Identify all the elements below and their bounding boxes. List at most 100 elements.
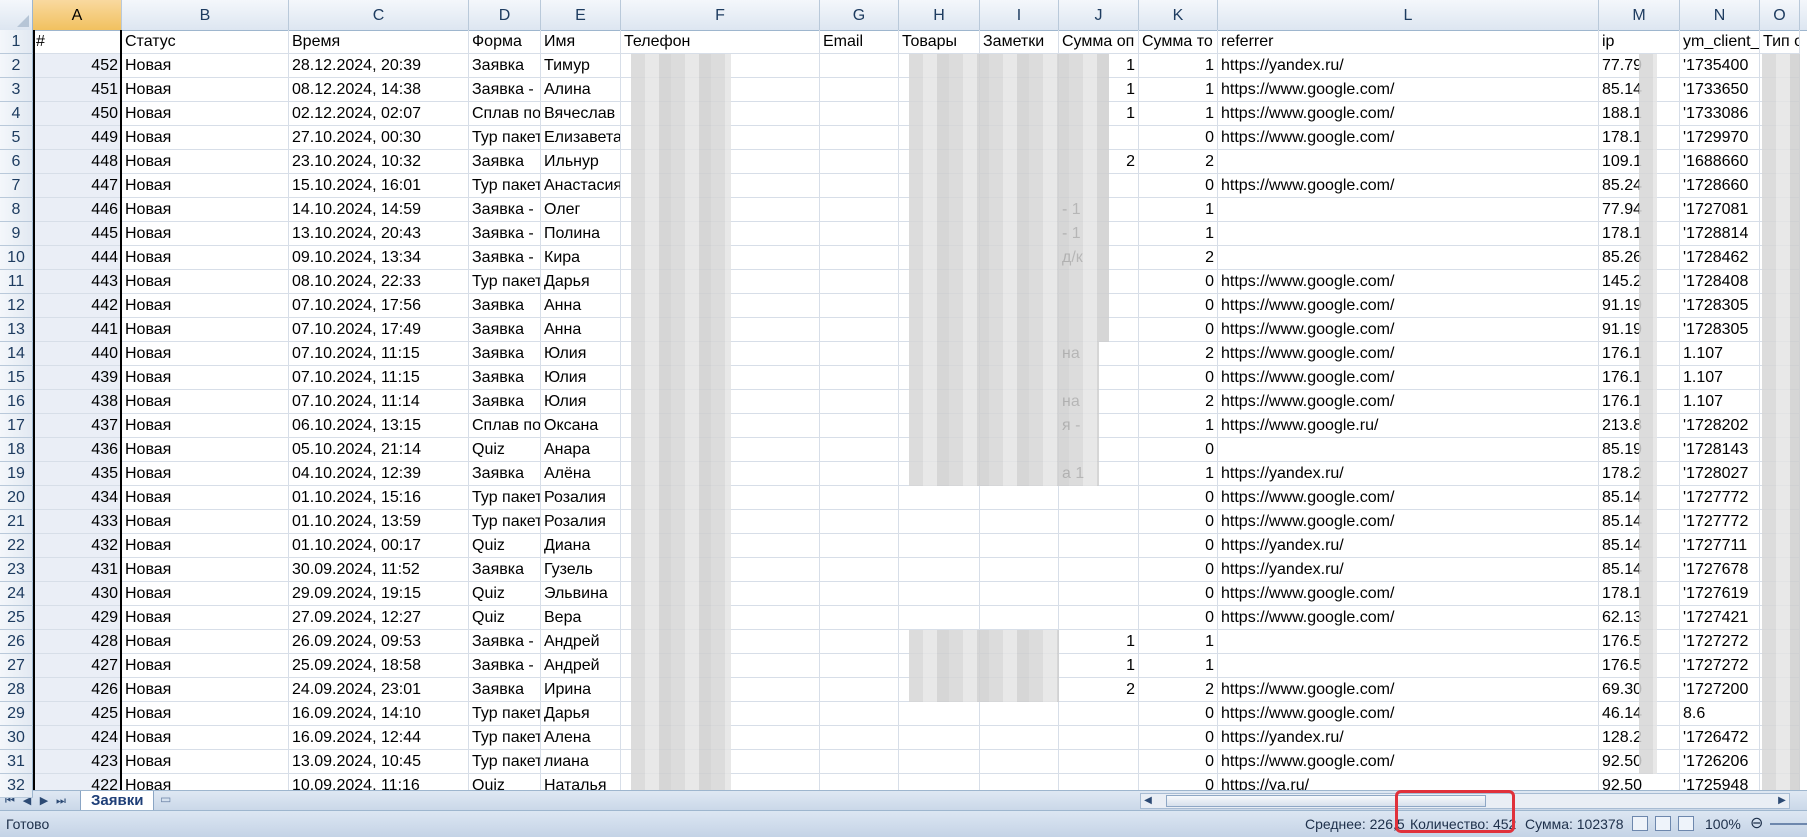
table-cell[interactable]	[1218, 246, 1599, 270]
table-cell[interactable]	[980, 534, 1059, 558]
table-cell[interactable]: Анара	[541, 438, 621, 462]
table-cell[interactable]: 23.10.2024, 10:32	[289, 150, 469, 174]
table-cell[interactable]	[1059, 702, 1139, 726]
table-cell[interactable]: 439	[33, 366, 122, 390]
column-header-d[interactable]: D	[469, 0, 541, 30]
table-cell[interactable]	[820, 174, 899, 198]
table-cell[interactable]: '1728143	[1680, 438, 1760, 462]
table-cell[interactable]: 427	[33, 654, 122, 678]
table-cell[interactable]: 09.10.2024, 13:34	[289, 246, 469, 270]
table-cell[interactable]: 2	[1139, 150, 1218, 174]
table-cell[interactable]: 435	[33, 462, 122, 486]
table-cell[interactable]	[899, 774, 980, 790]
table-cell[interactable]: Сплав по	[469, 414, 541, 438]
table-cell[interactable]: 432	[33, 534, 122, 558]
table-cell[interactable]: 446	[33, 198, 122, 222]
table-cell[interactable]	[1059, 510, 1139, 534]
table-cell[interactable]: 0	[1139, 534, 1218, 558]
table-cell[interactable]: 07.10.2024, 17:56	[289, 294, 469, 318]
table-cell[interactable]: Новая	[122, 606, 289, 630]
table-cell[interactable]	[1059, 726, 1139, 750]
table-cell[interactable]: Дарья	[541, 702, 621, 726]
table-cell[interactable]: 0	[1139, 126, 1218, 150]
table-cell[interactable]	[899, 750, 980, 774]
table-cell[interactable]: '1727711	[1680, 534, 1760, 558]
table-cell[interactable]: Тур пакет	[469, 726, 541, 750]
table-cell[interactable]: 92.50	[1599, 774, 1680, 790]
table-cell[interactable]	[1218, 438, 1599, 462]
table-cell[interactable]: https://yandex.ru/	[1218, 462, 1599, 486]
row-header[interactable]: 24	[0, 582, 33, 606]
table-cell[interactable]: Новая	[122, 654, 289, 678]
table-cell[interactable]: https://www.google.ru/	[1218, 414, 1599, 438]
table-cell[interactable]: '1727678	[1680, 558, 1760, 582]
table-cell[interactable]: 452	[33, 54, 122, 78]
table-cell[interactable]: Новая	[122, 678, 289, 702]
table-cell[interactable]: 0	[1139, 606, 1218, 630]
table-cell[interactable]: '1727772	[1680, 510, 1760, 534]
table-cell[interactable]: Quiz	[469, 582, 541, 606]
insert-sheet-icon[interactable]: ▭	[160, 792, 180, 808]
header-cell[interactable]: Форма	[469, 30, 541, 54]
table-cell[interactable]: 0	[1139, 438, 1218, 462]
table-cell[interactable]	[820, 606, 899, 630]
table-cell[interactable]: 26.09.2024, 09:53	[289, 630, 469, 654]
column-header-f[interactable]: F	[621, 0, 820, 30]
table-cell[interactable]: 05.10.2024, 21:14	[289, 438, 469, 462]
table-cell[interactable]	[899, 486, 980, 510]
header-cell[interactable]: Товары	[899, 30, 980, 54]
table-cell[interactable]: Заявка	[469, 558, 541, 582]
table-cell[interactable]: Тур пакет	[469, 126, 541, 150]
table-cell[interactable]: '1727421	[1680, 606, 1760, 630]
table-cell[interactable]: 1	[1139, 198, 1218, 222]
table-cell[interactable]: Новая	[122, 582, 289, 606]
table-cell[interactable]: 30.09.2024, 11:52	[289, 558, 469, 582]
table-cell[interactable]: 24.09.2024, 23:01	[289, 678, 469, 702]
table-cell[interactable]: Новая	[122, 414, 289, 438]
table-cell[interactable]: Новая	[122, 702, 289, 726]
table-cell[interactable]: https://www.google.com/	[1218, 678, 1599, 702]
row-header[interactable]: 3	[0, 78, 33, 102]
header-cell[interactable]: Сумма оп	[1059, 30, 1139, 54]
table-cell[interactable]: Заявка	[469, 294, 541, 318]
table-cell[interactable]	[899, 702, 980, 726]
row-header[interactable]: 26	[0, 630, 33, 654]
table-cell[interactable]	[820, 702, 899, 726]
table-cell[interactable]: Новая	[122, 486, 289, 510]
column-header-g[interactable]: G	[820, 0, 899, 30]
sheet-tab-zayavki[interactable]: Заявки	[80, 791, 155, 812]
spreadsheet-grid[interactable]: # Статус Время Форма Имя Телефон Email Товары За…	[33, 30, 1807, 790]
table-cell[interactable]: Quiz	[469, 774, 541, 790]
table-cell[interactable]: Quiz	[469, 606, 541, 630]
row-header[interactable]: 10	[0, 246, 33, 270]
page-break-view-icon[interactable]	[1678, 816, 1694, 831]
table-cell[interactable]: 434	[33, 486, 122, 510]
table-cell[interactable]: Гузель	[541, 558, 621, 582]
table-cell[interactable]: https://yandex.ru/	[1218, 534, 1599, 558]
table-cell[interactable]: Заявка	[469, 462, 541, 486]
table-cell[interactable]: Юлия	[541, 342, 621, 366]
table-cell[interactable]: 429	[33, 606, 122, 630]
zoom-out-icon[interactable]: ⊖	[1750, 813, 1763, 833]
table-cell[interactable]: https://www.google.com/	[1218, 702, 1599, 726]
table-cell[interactable]: https://www.google.com/	[1218, 102, 1599, 126]
table-cell[interactable]: '1728462	[1680, 246, 1760, 270]
row-header[interactable]: 2	[0, 54, 33, 78]
horizontal-scrollbar[interactable]: ◀ ▶	[1140, 793, 1790, 809]
table-cell[interactable]: Новая	[122, 390, 289, 414]
table-cell[interactable]: 1.107	[1680, 366, 1760, 390]
table-cell[interactable]: Заявка -	[469, 222, 541, 246]
table-cell[interactable]: 29.09.2024, 19:15	[289, 582, 469, 606]
table-cell[interactable]	[980, 750, 1059, 774]
row-header[interactable]: 21	[0, 510, 33, 534]
table-cell[interactable]	[899, 510, 980, 534]
horizontal-scroll-thumb[interactable]	[1166, 795, 1486, 807]
table-cell[interactable]: '1728408	[1680, 270, 1760, 294]
table-cell[interactable]: 27.10.2024, 00:30	[289, 126, 469, 150]
row-header[interactable]: 32	[0, 774, 33, 798]
table-cell[interactable]	[980, 582, 1059, 606]
table-cell[interactable]: 14.10.2024, 14:59	[289, 198, 469, 222]
table-cell[interactable]: Тур пакет	[469, 270, 541, 294]
row-header[interactable]: 8	[0, 198, 33, 222]
row-header[interactable]: 12	[0, 294, 33, 318]
